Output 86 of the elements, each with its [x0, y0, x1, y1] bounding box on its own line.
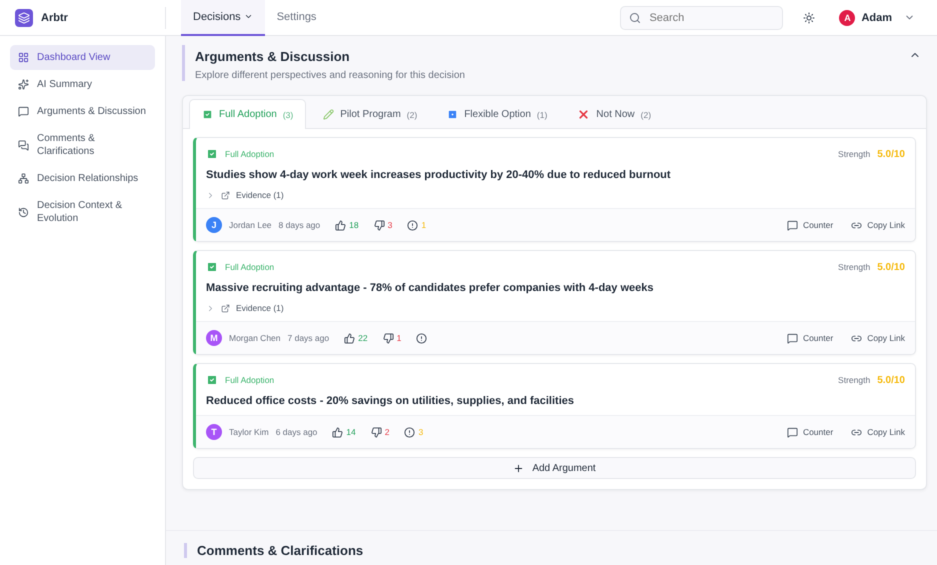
argument-title: Massive recruiting advantage - 78% of candidates prefer companies with 4-day weeks — [206, 282, 654, 294]
square-icon — [447, 109, 458, 120]
search-field[interactable]: Search — [647, 10, 768, 24]
evidence-toggle[interactable]: Evidence (1) — [206, 303, 905, 313]
speech-bubble-icon — [786, 332, 798, 344]
external-link-icon — [221, 190, 230, 200]
section-subtitle: Explore different perspectives and reasoning for this decision — [195, 70, 466, 81]
copy-link-button[interactable]: Copy Link — [851, 332, 905, 344]
alert-icon — [416, 332, 428, 344]
thumbs-down-icon — [374, 220, 385, 230]
app-name: Arbtr — [41, 12, 68, 24]
pencil-icon — [323, 109, 334, 120]
hierarchy-icon — [18, 173, 29, 184]
nav-tab[interactable]: Decisions — [181, 0, 265, 36]
thumbs-down-icon — [382, 332, 394, 344]
strength-value: 5.0/10 — [877, 262, 905, 272]
section-title: Arguments & Discussion — [195, 49, 351, 64]
timestamp: 7 days ago — [288, 333, 330, 343]
thumbs-up-icon — [335, 220, 346, 230]
author-name: Taylor Kim — [229, 427, 269, 437]
thumbs-down-icon — [370, 426, 382, 438]
strength-value: 5.0/10 — [877, 148, 905, 160]
downvote-button[interactable]: 1 — [382, 332, 402, 344]
option-label: Full Adoption — [225, 375, 274, 385]
downvote-button[interactable]: 3 — [374, 220, 392, 230]
search-box[interactable]: Search — [620, 6, 784, 30]
speech-bubble-icon — [786, 220, 798, 230]
sparkles-icon — [18, 79, 29, 90]
sun-icon[interactable] — [803, 12, 816, 24]
alert-icon — [404, 426, 416, 438]
user-avatar: A — [839, 10, 856, 26]
check-square-icon — [202, 109, 213, 120]
option-tab[interactable]: Flexible Option (1) — [434, 99, 560, 129]
history-icon — [18, 206, 29, 218]
add-argument-button[interactable]: Add Argument — [193, 457, 916, 479]
speech-bubble-icon — [18, 106, 29, 117]
thumbs-up-icon — [332, 426, 344, 438]
sidebar-item[interactable]: Decision Relationships — [10, 166, 155, 191]
option-label: Full Adoption — [225, 149, 274, 159]
check-square-icon — [206, 148, 218, 160]
sidebar-item[interactable]: Decision Context & Evolution — [10, 193, 155, 231]
author-name: Jordan Lee — [229, 220, 272, 230]
argument-title: Reduced office costs - 20% savings on utilities, supplies, and facilities — [206, 395, 575, 407]
check-square-icon — [206, 374, 218, 386]
sidebar-item[interactable]: Dashboard View — [10, 45, 155, 70]
external-link-icon — [221, 304, 230, 312]
chevron-right-icon — [206, 190, 215, 200]
copy-link-button[interactable]: Copy Link — [851, 220, 905, 230]
sidebar-item[interactable]: Comments & Clarifications — [10, 126, 155, 164]
strength-label: Strength — [838, 149, 870, 159]
speech-bubbles-icon — [18, 140, 29, 150]
strength-label: Strength — [838, 262, 870, 272]
sidebar-item[interactable]: Arguments & Discussion — [10, 99, 155, 124]
option-tab[interactable]: Pilot Program (2) — [310, 99, 430, 129]
alert-icon — [407, 220, 418, 230]
cross-icon — [577, 108, 590, 121]
downvote-button[interactable]: 2 — [370, 426, 390, 438]
option-label: Full Adoption — [225, 262, 274, 272]
counter-button[interactable]: Counter — [786, 220, 834, 230]
evidence-toggle[interactable]: Evidence (1) — [206, 190, 905, 200]
copy-link-button[interactable]: Copy Link — [851, 426, 905, 438]
timestamp: 6 days ago — [276, 427, 318, 437]
author-avatar: T — [206, 424, 222, 440]
user-menu[interactable]: A Adam — [833, 8, 921, 26]
counter-button[interactable]: Counter — [786, 426, 834, 438]
nav-tab[interactable]: Settings — [264, 0, 328, 36]
argument-title: Studies show 4-day work week increases productivity by 20-40% due to reduced burnout — [206, 169, 672, 181]
counter-button[interactable]: Counter — [786, 332, 834, 344]
option-tab[interactable]: Not Now (2) — [564, 99, 664, 129]
search-icon — [629, 12, 642, 24]
section-title: Comments & Clarifications — [184, 543, 937, 558]
flag-button[interactable] — [416, 332, 428, 344]
plus-icon — [513, 462, 524, 474]
strength-value: 5.0/10 — [877, 374, 905, 386]
timestamp: 8 days ago — [278, 220, 320, 230]
speech-bubble-icon — [786, 426, 798, 438]
strength-label: Strength — [838, 375, 870, 385]
chevron-right-icon — [206, 304, 215, 312]
author-avatar: M — [206, 330, 222, 346]
sidebar-item[interactable]: AI Summary — [10, 72, 155, 97]
grid-icon — [18, 52, 29, 63]
logo-icon — [15, 8, 33, 26]
check-square-icon — [206, 261, 218, 273]
author-name: Morgan Chen — [229, 333, 281, 343]
thumbs-up-icon — [344, 332, 356, 344]
author-avatar: J — [206, 217, 222, 233]
